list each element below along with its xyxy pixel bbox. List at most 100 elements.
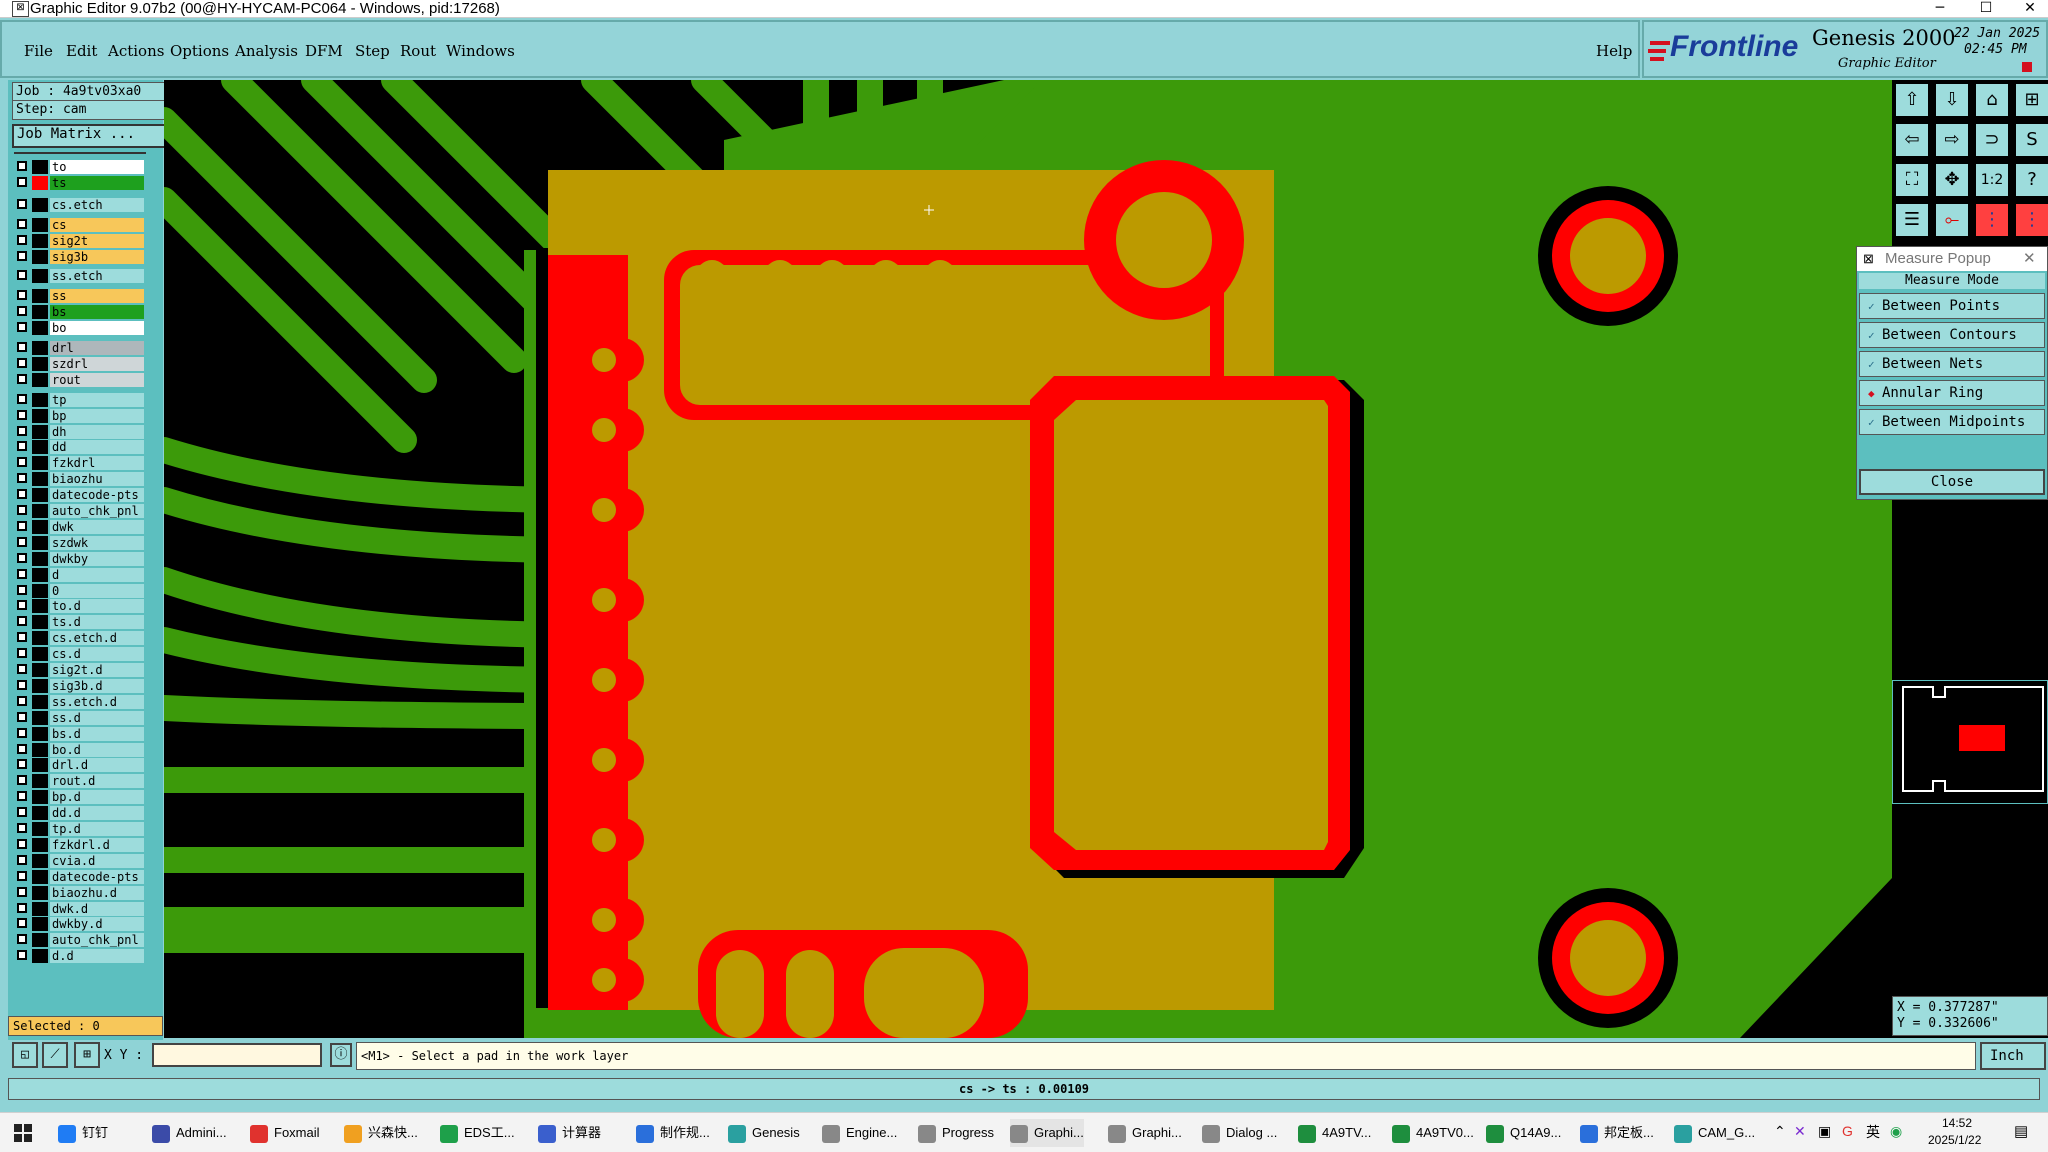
menu-windows[interactable]: Windows <box>446 42 515 60</box>
clock-date[interactable]: 2025/1/22 <box>1928 1133 1981 1147</box>
tray-wechat-icon[interactable]: ◉ <box>1890 1123 1902 1140</box>
layer-checkbox[interactable] <box>17 679 27 690</box>
layer-checkbox[interactable] <box>17 616 27 627</box>
tool-grid-icon[interactable]: ⊞ <box>2014 82 2048 118</box>
taskbar-app[interactable]: Admini... <box>152 1119 227 1147</box>
layer-checkbox[interactable] <box>17 600 27 611</box>
taskbar-app[interactable]: Graphi... <box>1010 1119 1084 1147</box>
layer-row[interactable]: bs <box>14 305 144 320</box>
layer-row[interactable]: cvia.d <box>14 853 144 868</box>
layer-checkbox[interactable] <box>17 250 27 261</box>
layer-row[interactable]: d.d <box>14 949 144 964</box>
layer-row[interactable]: 0 <box>14 583 144 598</box>
layer-row[interactable]: fzkdrl <box>14 456 144 471</box>
tray-chevron-icon[interactable]: ⌃ <box>1774 1123 1786 1140</box>
measure-option[interactable]: ✓ Between Contours <box>1859 322 2045 348</box>
tool-filter-icon[interactable]: ☰ <box>1894 202 1930 238</box>
layer-row[interactable]: dh <box>14 424 144 439</box>
layer-checkbox[interactable] <box>17 218 27 229</box>
taskbar-app[interactable]: 4A9TV... <box>1298 1119 1371 1147</box>
layer-row[interactable]: datecode-pts <box>14 869 144 884</box>
layer-row[interactable]: auto_chk_pnl <box>14 933 144 948</box>
layer-checkbox[interactable] <box>17 648 27 659</box>
layer-row[interactable]: drl <box>14 341 144 355</box>
layer-checkbox[interactable] <box>17 934 27 945</box>
layer-checkbox[interactable] <box>17 711 27 722</box>
measure-option[interactable]: ◆ Annular Ring <box>1859 380 2045 406</box>
layer-row[interactable]: tp.d <box>14 822 144 836</box>
layer-row[interactable]: to.d <box>14 599 144 614</box>
clock-time[interactable]: 14:52 <box>1942 1116 1972 1130</box>
layer-checkbox[interactable] <box>17 441 27 452</box>
layer-row[interactable]: bs.d <box>14 726 144 741</box>
notification-icon[interactable]: ▤ <box>2014 1122 2028 1140</box>
layer-checkbox[interactable] <box>17 161 27 171</box>
layer-checkbox[interactable] <box>17 807 27 818</box>
layer-checkbox[interactable] <box>17 357 27 368</box>
menu-dfm[interactable]: DFM <box>305 42 343 60</box>
tool-zoom-in-icon[interactable]: ⇩ <box>1934 82 1970 118</box>
layer-checkbox[interactable] <box>17 632 27 643</box>
select-mode-icon[interactable]: ◱ <box>12 1042 38 1068</box>
layer-row[interactable]: sig2t.d <box>14 663 144 677</box>
units-button[interactable]: Inch <box>1980 1042 2046 1070</box>
taskbar-app[interactable]: Graphi... <box>1108 1119 1182 1147</box>
tool-help-icon[interactable]: ? <box>2014 162 2048 198</box>
tray-screen-icon[interactable]: ▣ <box>1818 1123 1831 1140</box>
layer-checkbox[interactable] <box>17 950 27 961</box>
measure-option[interactable]: ✓ Between Midpoints <box>1859 409 2045 435</box>
layer-row[interactable]: szdrl <box>14 356 144 371</box>
layer-row[interactable]: bp <box>14 408 144 423</box>
tool-component-icon[interactable]: ⋮ <box>2014 202 2048 238</box>
layer-row[interactable]: biaozhu.d <box>14 885 144 900</box>
tool-center-icon[interactable]: ✥ <box>1934 162 1970 198</box>
measure-option[interactable]: ✓ Between Nets <box>1859 351 2045 377</box>
draw-mode-icon[interactable]: ⟋ <box>42 1042 68 1068</box>
menu-file[interactable]: File <box>24 42 53 60</box>
layer-row[interactable]: biaozhu <box>14 472 144 487</box>
overview-map[interactable] <box>1892 680 2048 804</box>
layer-checkbox[interactable] <box>17 457 27 468</box>
menu-help[interactable]: Help <box>1596 42 1632 60</box>
measure-popup-close-icon[interactable]: ✕ <box>2023 247 2036 271</box>
layer-checkbox[interactable] <box>17 198 27 209</box>
layer-row[interactable]: ss <box>14 289 144 304</box>
menu-analysis[interactable]: Analysis <box>235 42 298 60</box>
layer-checkbox[interactable] <box>17 791 27 802</box>
layer-checkbox[interactable] <box>17 727 27 738</box>
menu-step[interactable]: Step <box>355 42 390 60</box>
layer-checkbox[interactable] <box>17 568 27 579</box>
layer-checkbox[interactable] <box>17 234 27 245</box>
layer-checkbox[interactable] <box>17 409 27 420</box>
layer-checkbox[interactable] <box>17 536 27 547</box>
layer-checkbox[interactable] <box>17 854 27 865</box>
layer-row[interactable]: ts.d <box>14 615 144 630</box>
layer-checkbox[interactable] <box>17 373 27 384</box>
taskbar-app[interactable]: Q14A9... <box>1486 1119 1561 1147</box>
layer-checkbox[interactable] <box>17 870 27 881</box>
layer-row[interactable]: rout.d <box>14 774 144 789</box>
minimize-button[interactable]: ─ <box>1918 0 1962 18</box>
layer-checkbox[interactable] <box>17 290 27 301</box>
layer-row[interactable]: cs.etch.d <box>14 631 144 646</box>
maximize-button[interactable]: ☐ <box>1964 0 2008 18</box>
layer-row[interactable]: auto_chk_pnl <box>14 504 144 518</box>
layer-row[interactable]: ts <box>14 175 144 190</box>
taskbar-app[interactable]: 兴森快... <box>344 1119 418 1147</box>
layer-checkbox[interactable] <box>17 322 27 333</box>
layer-checkbox[interactable] <box>17 664 27 674</box>
layer-row[interactable]: cs.etch <box>14 197 144 212</box>
layer-checkbox[interactable] <box>17 473 27 484</box>
layer-row[interactable]: ss.d <box>14 710 144 725</box>
layer-row[interactable]: sig3b.d <box>14 678 144 693</box>
grid-mode-icon[interactable]: ⊞ <box>74 1042 100 1068</box>
taskbar-app[interactable]: 邦定板... <box>1580 1119 1654 1147</box>
layer-checkbox[interactable] <box>17 306 27 317</box>
taskbar-app[interactable]: Engine... <box>822 1119 897 1147</box>
tool-measure-icon[interactable]: ⟜ <box>1934 202 1970 238</box>
tool-pan-right-icon[interactable]: ⇨ <box>1934 122 1970 158</box>
layer-checkbox[interactable] <box>17 176 27 187</box>
tool-mirror-icon[interactable]: ⊃ <box>1974 122 2010 158</box>
layer-row[interactable]: cs.d <box>14 647 144 662</box>
windows-start-icon[interactable] <box>14 1124 32 1142</box>
